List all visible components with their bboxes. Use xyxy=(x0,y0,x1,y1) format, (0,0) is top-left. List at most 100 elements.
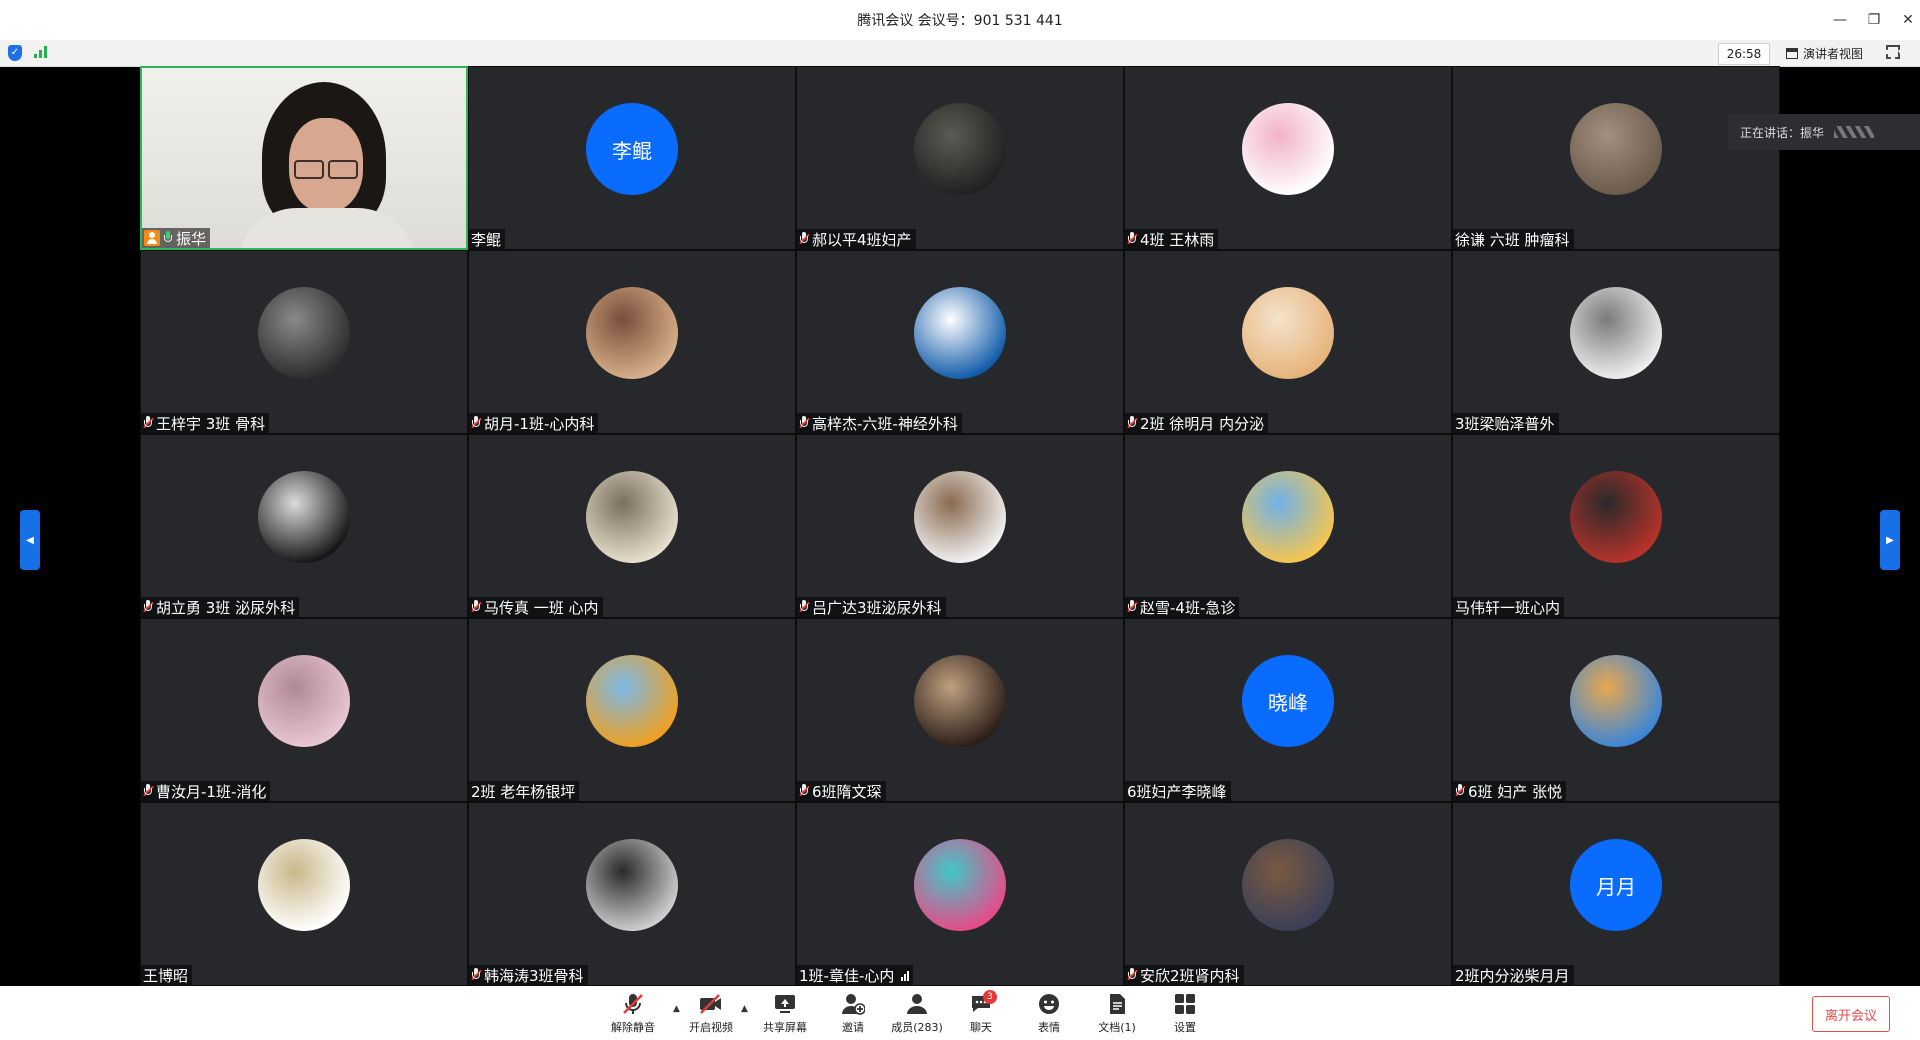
participant-name: 马伟轩一班心内 xyxy=(1455,598,1561,617)
avatar xyxy=(258,655,350,747)
participant-tile[interactable]: 晓峰 6班妇产李晓峰 xyxy=(1124,618,1452,802)
participant-nameplate: 振华 xyxy=(142,228,211,248)
documents-button[interactable]: 文档(1) xyxy=(1084,992,1150,1038)
close-icon[interactable]: ✕ xyxy=(1888,0,1920,40)
mic-muted-icon xyxy=(1127,232,1138,246)
next-page-arrow-icon[interactable]: ▶ xyxy=(1880,510,1900,570)
participant-name: 2班内分泌柴月月 xyxy=(1455,966,1570,985)
speaking-label: 正在讲话：振华 xyxy=(1740,125,1825,140)
participant-tile[interactable]: 2班 老年杨银坪 xyxy=(468,618,796,802)
chat-label: 聊天 xyxy=(970,1021,992,1034)
reactions-button[interactable]: 表情 xyxy=(1016,992,1082,1038)
avatar xyxy=(1570,655,1662,747)
participant-tile[interactable]: 6班 妇产 张悦 xyxy=(1452,618,1780,802)
participant-tile[interactable]: 赵雪-4班-急诊 xyxy=(1124,434,1452,618)
avatar xyxy=(1570,471,1662,563)
participant-tile[interactable]: 王博昭 xyxy=(140,802,468,986)
participant-tile[interactable]: 郝以平4班妇产 xyxy=(796,66,1124,250)
participant-tile[interactable]: 王梓宇 3班 骨科 xyxy=(140,250,468,434)
participant-tile[interactable]: 李鲲 李鲲 xyxy=(468,66,796,250)
mic-on-icon xyxy=(163,231,173,245)
participant-nameplate: 3班梁贻泽普外 xyxy=(1453,413,1559,433)
mic-muted-icon xyxy=(143,600,154,614)
leave-meeting-button[interactable]: 离开会议 xyxy=(1812,996,1890,1032)
participant-nameplate: 马伟轩一班心内 xyxy=(1453,597,1565,617)
host-icon xyxy=(144,230,160,246)
unmute-button[interactable]: 解除静音 xyxy=(600,992,666,1038)
chat-button[interactable]: 3 聊天 xyxy=(948,990,1014,1038)
mic-muted-icon xyxy=(1127,416,1138,430)
avatar xyxy=(1242,839,1334,931)
avatar xyxy=(1570,287,1662,379)
participant-tile[interactable]: 吕广达3班泌尿外科 xyxy=(796,434,1124,618)
participant-nameplate: 吕广达3班泌尿外科 xyxy=(797,597,946,617)
document-icon xyxy=(1105,992,1129,1016)
start-video-button[interactable]: 开启视频 xyxy=(678,992,744,1038)
participant-name: 2班 徐明月 内分泌 xyxy=(1140,414,1265,433)
speaker-view-button[interactable]: 演讲者视图 xyxy=(1786,43,1863,63)
participant-nameplate: 王博昭 xyxy=(141,965,193,985)
participant-name: 6班妇产李晓峰 xyxy=(1127,782,1227,801)
participant-tile[interactable]: 徐谦 六班 肿瘤科 xyxy=(1452,66,1780,250)
prev-page-arrow-icon[interactable]: ◀ xyxy=(20,510,40,570)
participant-tile[interactable]: 马传真 一班 心内 xyxy=(468,434,796,618)
participant-tile[interactable]: 安欣2班肾内科 xyxy=(1124,802,1452,986)
participant-tile[interactable]: 胡立勇 3班 泌尿外科 xyxy=(140,434,468,618)
participant-tile[interactable]: 1班-章佳-心内 xyxy=(796,802,1124,986)
avatar xyxy=(914,839,1006,931)
participant-tile[interactable]: 2班 徐明月 内分泌 xyxy=(1124,250,1452,434)
avatar: 晓峰 xyxy=(1242,655,1334,747)
mic-muted-icon xyxy=(799,600,810,614)
participant-tile[interactable]: 高梓杰-六班-神经外科 xyxy=(796,250,1124,434)
participant-nameplate: 高梓杰-六班-神经外科 xyxy=(797,413,962,433)
documents-label: 文档(1) xyxy=(1098,1021,1136,1034)
speaker-view-icon xyxy=(1786,47,1798,59)
mic-muted-icon xyxy=(799,416,810,430)
participant-nameplate: 韩海涛3班骨科 xyxy=(469,965,588,985)
mic-muted-icon xyxy=(143,784,154,798)
invite-button[interactable]: 邀请 xyxy=(820,992,886,1038)
participant-nameplate: 郝以平4班妇产 xyxy=(797,229,916,249)
mic-muted-icon xyxy=(799,232,810,246)
participant-name: 王博昭 xyxy=(143,966,189,985)
participant-tile[interactable]: 4班 王林雨 xyxy=(1124,66,1452,250)
participant-name: 6班隋文琛 xyxy=(812,782,882,801)
video-grid: 振华 李鲲 李鲲 郝以平4班妇产 4班 王林雨 徐谦 六班 肿瘤科王梓宇 3班 骨科 胡月-… xyxy=(140,66,1780,986)
network-signal-icon[interactable] xyxy=(34,46,47,58)
settings-icon xyxy=(1173,992,1197,1016)
participant-nameplate: 胡立勇 3班 泌尿外科 xyxy=(141,597,300,617)
participant-tile[interactable]: 3班梁贻泽普外 xyxy=(1452,250,1780,434)
security-shield-icon[interactable]: ✓ xyxy=(8,45,22,61)
participant-tile[interactable]: 6班隋文琛 xyxy=(796,618,1124,802)
participant-name: 李鲲 xyxy=(471,230,502,249)
participant-nameplate: 赵雪-4班-急诊 xyxy=(1125,597,1240,617)
chat-icon: 3 xyxy=(969,990,997,1016)
participant-tile[interactable]: 马伟轩一班心内 xyxy=(1452,434,1780,618)
share-screen-button[interactable]: 共享屏幕 xyxy=(752,992,818,1038)
participant-tile[interactable]: 振华 xyxy=(140,66,468,250)
emoji-icon xyxy=(1037,992,1061,1016)
status-bar: ✓ 26:58 演讲者视图 xyxy=(0,40,1920,67)
members-button[interactable]: 成员(283) xyxy=(884,992,950,1038)
video-off-icon xyxy=(699,992,723,1016)
participant-nameplate: 李鲲 xyxy=(469,229,506,249)
avatar xyxy=(258,287,350,379)
mic-muted-icon xyxy=(1455,784,1466,798)
mic-muted-icon xyxy=(143,416,154,430)
mic-muted-icon xyxy=(1127,968,1138,982)
participant-tile[interactable]: 曹汝月-1班-消化 xyxy=(140,618,468,802)
participant-tile[interactable]: 月月 2班内分泌柴月月 xyxy=(1452,802,1780,986)
video-options-chevron-icon[interactable]: ▲ xyxy=(741,1004,748,1014)
fullscreen-icon[interactable] xyxy=(1886,45,1900,59)
settings-button[interactable]: 设置 xyxy=(1152,992,1218,1038)
participant-name: 胡立勇 3班 泌尿外科 xyxy=(156,598,296,617)
participant-name: 高梓杰-六班-神经外科 xyxy=(812,414,958,433)
participant-nameplate: 6班 妇产 张悦 xyxy=(1453,781,1567,801)
participant-nameplate: 2班 徐明月 内分泌 xyxy=(1125,413,1269,433)
participant-tile[interactable]: 胡月-1班-心内科 xyxy=(468,250,796,434)
avatar xyxy=(258,471,350,563)
participant-tile[interactable]: 韩海涛3班骨科 xyxy=(468,802,796,986)
participant-nameplate: 马传真 一班 心内 xyxy=(469,597,603,617)
title-bar: 腾讯会议 会议号：901 531 441 — ❐ ✕ xyxy=(0,0,1920,40)
participant-nameplate: 1班-章佳-心内 xyxy=(797,965,914,985)
